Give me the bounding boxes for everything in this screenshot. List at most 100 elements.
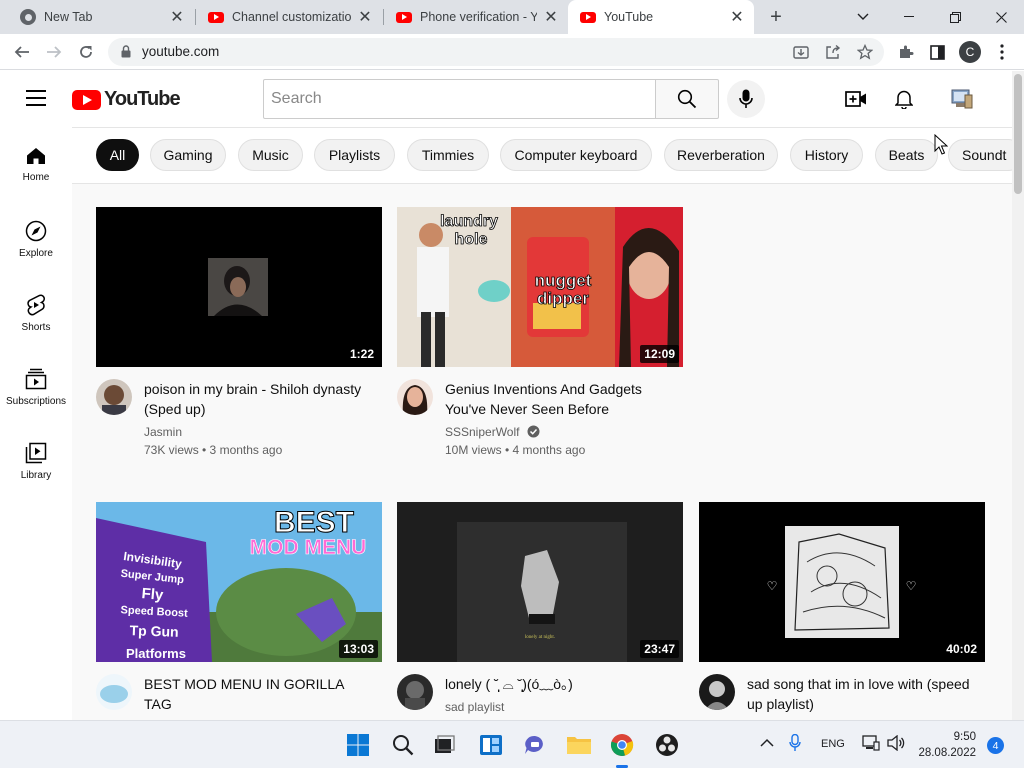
channel-avatar[interactable] xyxy=(96,379,132,415)
create-video-icon[interactable] xyxy=(843,86,869,112)
thumbnail-text: laundry xyxy=(440,213,498,230)
video-thumbnail[interactable]: laundry hole nugget dipper 12:09 xyxy=(397,207,683,367)
scrollbar-thumb[interactable] xyxy=(1014,74,1022,194)
tab-title: Phone verification - You xyxy=(420,10,537,24)
forward-arrow-icon[interactable] xyxy=(40,38,68,66)
chrome-taskbar-icon[interactable] xyxy=(608,731,636,759)
input-language[interactable]: ENG xyxy=(821,738,845,750)
video-duration: 13:03 xyxy=(339,640,378,658)
video-thumbnail[interactable]: 1:22 xyxy=(96,207,382,367)
channel-avatar[interactable] xyxy=(96,674,132,710)
channel-avatar[interactable] xyxy=(397,379,433,415)
microphone-tray-icon[interactable] xyxy=(789,733,801,755)
chip-soundtrack[interactable]: Soundt xyxy=(948,139,1012,171)
notification-count-badge[interactable]: 4 xyxy=(987,737,1004,754)
video-thumbnail[interactable]: lonely at night. 23:47 xyxy=(397,502,683,662)
sidebar-item-label: Home xyxy=(22,172,50,183)
tab-title: New Tab xyxy=(44,10,93,24)
close-tab-icon[interactable]: ✕ xyxy=(169,9,185,26)
thumbnail-image: ♡ ♡ xyxy=(699,502,985,662)
video-thumbnail[interactable]: BEST MOD MENU Invisibility Super Jump Fl… xyxy=(96,502,382,662)
volume-icon[interactable] xyxy=(887,734,905,754)
back-arrow-icon[interactable] xyxy=(8,38,36,66)
youtube-favicon xyxy=(580,9,596,25)
sidebar-item-shorts[interactable]: Shorts xyxy=(0,275,72,349)
video-card[interactable]: ♡ ♡ 40:02 sad song that im in love with … xyxy=(699,502,985,720)
widgets-icon[interactable] xyxy=(477,731,505,759)
youtube-logo[interactable]: YouTube xyxy=(72,88,181,111)
side-panel-icon[interactable] xyxy=(923,38,951,66)
home-icon xyxy=(27,148,45,164)
tab-search-chevron-icon[interactable] xyxy=(840,0,886,34)
chip-computer-keyboard[interactable]: Computer keyboard xyxy=(500,139,652,171)
bookmark-star-icon[interactable] xyxy=(856,43,874,61)
search-icon[interactable] xyxy=(389,731,417,759)
lock-icon[interactable] xyxy=(121,45,131,63)
system-clock[interactable]: 9:50 28.08.2022 xyxy=(918,729,976,761)
install-app-icon[interactable] xyxy=(792,43,810,61)
video-title[interactable]: BEST MOD MENU IN GORILLA TAG xyxy=(144,674,374,714)
tab-youtube[interactable]: YouTube ✕ xyxy=(568,0,754,34)
chip-history[interactable]: History xyxy=(790,139,863,171)
file-explorer-icon[interactable] xyxy=(565,731,593,759)
sidebar-item-explore[interactable]: Explore xyxy=(0,201,72,275)
video-title[interactable]: lonely ( ˘̩̩̩̩̩̩ ⌓ ˘̩̩̩̩̩̩)(ó﹏ò｡) xyxy=(445,674,675,694)
search-button[interactable] xyxy=(655,79,719,119)
video-card[interactable]: 1:22 poison in my brain - Shiloh dynasty… xyxy=(96,207,382,467)
teams-chat-icon[interactable] xyxy=(521,731,549,759)
chip-all[interactable]: All xyxy=(96,139,139,171)
channel-avatar[interactable] xyxy=(699,674,735,710)
chip-music[interactable]: Music xyxy=(238,139,303,171)
share-icon[interactable] xyxy=(824,43,842,61)
notifications-bell-icon[interactable] xyxy=(891,86,917,112)
chip-beats[interactable]: Beats xyxy=(875,139,938,171)
channel-name[interactable]: sad playlist xyxy=(445,700,504,714)
show-hidden-icons-chevron-icon[interactable] xyxy=(760,737,774,751)
close-tab-icon[interactable]: ✕ xyxy=(543,9,559,26)
profile-avatar[interactable]: C xyxy=(959,41,981,63)
close-window-icon[interactable] xyxy=(978,0,1024,34)
video-card[interactable]: lonely at night. 23:47 lonely ( ˘̩̩̩̩̩̩ … xyxy=(397,502,683,720)
video-card[interactable]: BEST MOD MENU Invisibility Super Jump Fl… xyxy=(96,502,382,720)
sidebar-item-library[interactable]: Library xyxy=(0,423,72,497)
sidebar-item-subscriptions[interactable]: Subscriptions xyxy=(0,349,72,423)
channel-name[interactable]: SSSniperWolf xyxy=(445,425,540,439)
video-title[interactable]: Genius Inventions And Gadgets You've Nev… xyxy=(445,379,675,419)
address-bar[interactable]: youtube.com xyxy=(108,38,884,66)
close-tab-icon[interactable]: ✕ xyxy=(357,9,373,26)
tab-phone-verification[interactable]: Phone verification - You ✕ xyxy=(384,0,568,34)
new-tab-button[interactable]: + xyxy=(764,5,788,29)
video-title[interactable]: poison in my brain - Shiloh dynasty (Spe… xyxy=(144,379,374,419)
channel-name[interactable]: Jasmin xyxy=(144,425,182,439)
task-view-icon[interactable] xyxy=(430,731,458,759)
video-card[interactable]: laundry hole nugget dipper 12:09 Genius … xyxy=(397,207,683,467)
chip-gaming[interactable]: Gaming xyxy=(150,139,226,171)
windows-start-icon[interactable] xyxy=(344,731,372,759)
browser-tab-strip: New Tab ✕ Channel customization ✕ Phone … xyxy=(0,0,1024,34)
reload-icon[interactable] xyxy=(72,38,100,66)
chip-playlists[interactable]: Playlists xyxy=(314,139,395,171)
hamburger-menu-icon[interactable] xyxy=(26,90,46,106)
video-grid: 1:22 poison in my brain - Shiloh dynasty… xyxy=(72,184,1012,720)
tab-new-tab[interactable]: New Tab ✕ xyxy=(8,0,194,34)
obs-studio-icon[interactable] xyxy=(653,731,681,759)
close-tab-icon[interactable]: ✕ xyxy=(729,9,745,26)
left-sidebar: Home Explore Shorts Subscriptions Librar… xyxy=(0,127,72,720)
search-input[interactable]: Search xyxy=(263,79,656,119)
url-text: youtube.com xyxy=(142,44,220,59)
page-scrollbar[interactable] xyxy=(1012,71,1024,720)
account-avatar[interactable] xyxy=(949,86,975,112)
chip-reverberation[interactable]: Reverberation xyxy=(664,139,778,171)
video-thumbnail[interactable]: ♡ ♡ 40:02 xyxy=(699,502,985,662)
sidebar-item-home[interactable]: Home xyxy=(0,127,72,201)
tab-channel-customization[interactable]: Channel customization ✕ xyxy=(196,0,382,34)
chrome-menu-icon[interactable] xyxy=(988,38,1016,66)
restore-icon[interactable] xyxy=(932,0,978,34)
channel-avatar[interactable] xyxy=(397,674,433,710)
extensions-puzzle-icon[interactable] xyxy=(892,38,920,66)
voice-search-button[interactable] xyxy=(727,80,765,118)
chip-timmies[interactable]: Timmies xyxy=(407,139,489,171)
minimize-icon[interactable] xyxy=(886,0,932,34)
video-title[interactable]: sad song that im in love with (speed up … xyxy=(747,674,977,714)
network-icon[interactable] xyxy=(862,735,880,754)
